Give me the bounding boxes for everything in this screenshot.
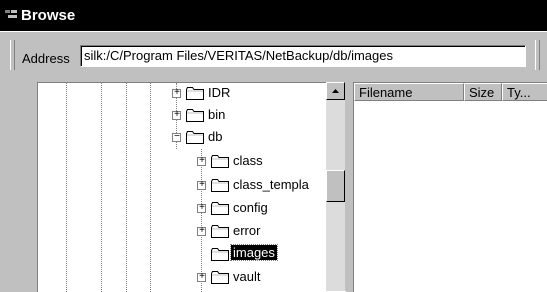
- expand-icon[interactable]: +: [172, 110, 181, 121]
- folder-icon: [211, 271, 229, 284]
- folder-icon: [211, 179, 229, 192]
- tree-guide-line: [101, 83, 102, 292]
- scroll-up-button[interactable]: [326, 82, 345, 100]
- address-toolbar: Address silk:/C/Program Files/VERITAS/Ne…: [0, 31, 547, 76]
- scroll-thumb[interactable]: [326, 170, 345, 202]
- tree-scrollbar[interactable]: [326, 82, 345, 291]
- tree-guide-line: [126, 83, 127, 292]
- column-header-type[interactable]: Ty...: [502, 83, 547, 101]
- folder-icon: [186, 87, 204, 100]
- tree-item-label: class: [233, 153, 263, 168]
- tree-item-label: bin: [208, 107, 226, 122]
- pane-splitter[interactable]: [345, 82, 353, 291]
- title-bar[interactable]: Browse: [0, 0, 547, 31]
- window-icon: [5, 10, 17, 18]
- tree-item-label: db: [208, 129, 223, 144]
- toolbar-grip[interactable]: [10, 40, 15, 70]
- tree-item-db[interactable]: − db: [172, 127, 346, 149]
- tree-item-images[interactable]: images: [197, 244, 346, 266]
- tree-item-vault[interactable]: + vault: [197, 267, 346, 289]
- toolbar-grip-right[interactable]: [535, 40, 540, 70]
- expand-icon[interactable]: +: [197, 226, 206, 237]
- column-header-size[interactable]: Size: [464, 83, 502, 101]
- tree-item-label: config: [233, 200, 268, 215]
- folder-icon: [211, 248, 229, 261]
- file-list[interactable]: Filename Size Ty...: [353, 82, 547, 292]
- folder-tree[interactable]: + IDR + bin − db + class + class_templa …: [37, 82, 346, 292]
- expand-icon[interactable]: +: [197, 156, 206, 167]
- column-header-filename[interactable]: Filename: [354, 83, 464, 101]
- folder-icon: [211, 225, 229, 238]
- scroll-up-icon: [332, 89, 339, 93]
- folder-icon: [186, 131, 204, 144]
- folder-icon: [211, 155, 229, 168]
- tree-item-error[interactable]: + error: [197, 221, 346, 243]
- folder-icon: [186, 109, 204, 122]
- window-title: Browse: [21, 7, 76, 24]
- tree-guide-line: [66, 83, 67, 292]
- expand-icon[interactable]: +: [197, 180, 206, 191]
- tree-item-class[interactable]: + class: [197, 151, 346, 173]
- address-input[interactable]: silk:/C/Program Files/VERITAS/NetBackup/…: [80, 45, 526, 67]
- tree-item-label: class_templa: [233, 177, 309, 192]
- tree-item-label: IDR: [208, 85, 231, 100]
- tree-item-class-templa[interactable]: + class_templa: [197, 175, 346, 197]
- expand-icon[interactable]: +: [197, 272, 206, 283]
- tree-item-bin[interactable]: + bin: [172, 105, 346, 127]
- tree-guide-line: [150, 83, 151, 292]
- expand-icon[interactable]: +: [172, 88, 181, 99]
- tree-item-idr[interactable]: + IDR: [172, 83, 346, 105]
- tree-item-config[interactable]: + config: [197, 198, 346, 220]
- tree-item-label: vault: [233, 269, 261, 284]
- address-label: Address: [22, 51, 70, 66]
- tree-item-label-selected: images: [230, 244, 278, 261]
- expand-icon[interactable]: +: [197, 203, 206, 214]
- tree-item-label: error: [233, 223, 261, 238]
- collapse-icon[interactable]: −: [172, 132, 181, 143]
- folder-icon: [211, 202, 229, 215]
